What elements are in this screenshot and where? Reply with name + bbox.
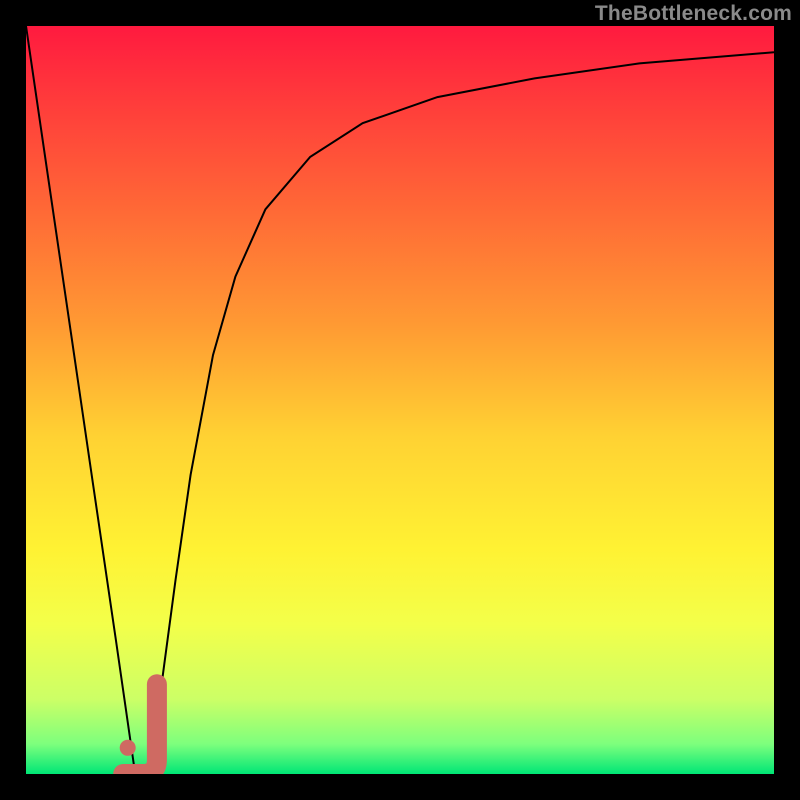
gradient-background	[26, 26, 774, 774]
chart-frame: TheBottleneck.com	[0, 0, 800, 800]
watermark-text: TheBottleneck.com	[595, 2, 792, 26]
chart-svg	[26, 26, 774, 774]
plot-area	[26, 26, 774, 774]
